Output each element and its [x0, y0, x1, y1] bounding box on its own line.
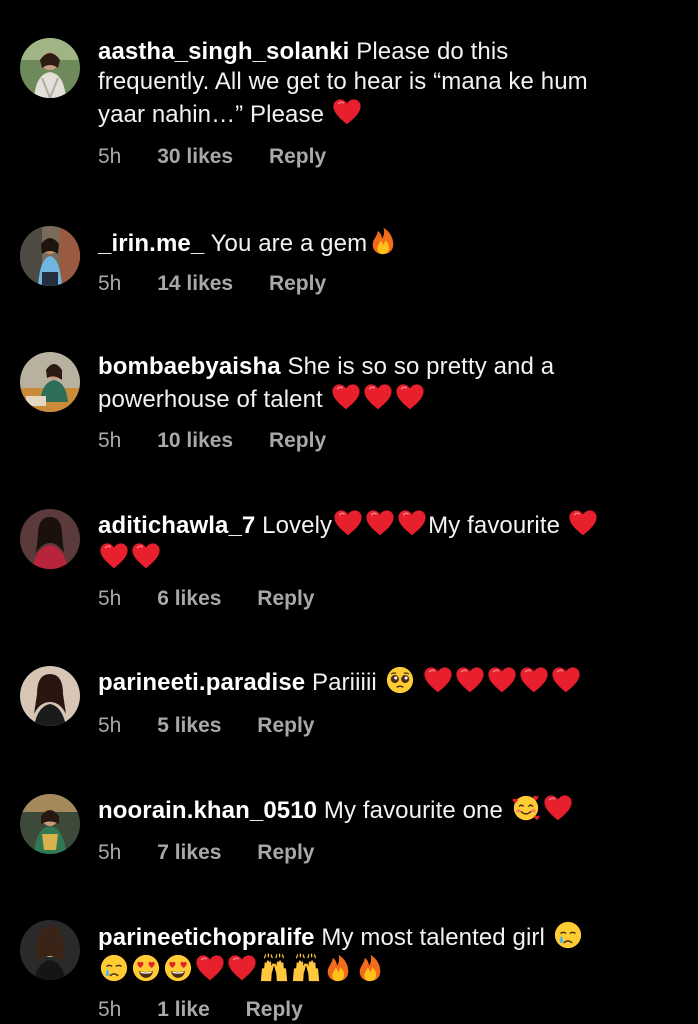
comment-username[interactable]: parineeti.paradise: [98, 669, 305, 696]
comment-time: 5h: [98, 998, 122, 1021]
comment-body: She is so so pretty and a: [287, 353, 555, 380]
comment-likes[interactable]: 30 likes: [157, 144, 233, 170]
reply-button[interactable]: Reply: [269, 271, 326, 297]
red-heart-icon: [227, 953, 257, 983]
red-heart-icon: [455, 665, 485, 695]
comment-text: parineetichopralife My most talented gir…: [98, 920, 678, 986]
comment-time: 5h: [98, 714, 122, 737]
comment-username[interactable]: aditichawla_7: [98, 512, 255, 539]
red-heart-icon: [365, 508, 395, 538]
smiling-face-with-hearts-icon: [511, 793, 541, 823]
heart-eyes-icon: [131, 953, 161, 983]
comment-body: My favourite one: [323, 797, 503, 824]
comment-likes[interactable]: 6 likes: [157, 586, 221, 612]
crying-face-icon: [99, 953, 129, 983]
red-heart-icon: [568, 508, 598, 538]
red-heart-icon: [99, 541, 129, 571]
comment-likes[interactable]: 7 likes: [157, 840, 221, 866]
comment-likes[interactable]: 14 likes: [157, 271, 233, 297]
comment-body: frequently. All we get to hear is “mana …: [98, 68, 588, 95]
comment-body: Pariiiii: [312, 669, 377, 696]
comment-time: 5h: [98, 587, 122, 610]
red-heart-icon: [333, 508, 363, 538]
reply-button[interactable]: Reply: [257, 586, 314, 612]
red-heart-icon: [423, 665, 453, 695]
pleading-face-icon: [385, 665, 415, 695]
comment-body: My favourite: [428, 512, 561, 539]
avatar[interactable]: [20, 352, 80, 412]
comment-likes[interactable]: 5 likes: [157, 713, 221, 739]
comment-body: powerhouse of talent: [98, 386, 323, 413]
comment-username[interactable]: bombaebyaisha: [98, 353, 281, 380]
avatar[interactable]: [20, 509, 80, 569]
comment-meta: 5h 7 likes Reply: [98, 840, 314, 866]
comment-text: bombaebyaisha She is so so pretty and a …: [98, 352, 678, 415]
red-heart-icon: [131, 541, 161, 571]
red-heart-icon: [551, 665, 581, 695]
comment-time: 5h: [98, 841, 122, 864]
avatar[interactable]: [20, 794, 80, 854]
red-heart-icon: [543, 793, 573, 823]
comment-username[interactable]: _irin.me_: [98, 230, 204, 257]
comment-body: yaar nahin…” Please: [98, 101, 325, 128]
avatar[interactable]: [20, 38, 80, 98]
red-heart-icon: [363, 382, 393, 412]
reply-button[interactable]: Reply: [257, 840, 314, 866]
red-heart-icon: [331, 382, 361, 412]
fire-icon: [368, 226, 398, 256]
raised-hands-icon: [291, 953, 321, 983]
raised-hands-icon: [259, 953, 289, 983]
comment-body: Lovely: [262, 512, 333, 539]
red-heart-icon: [332, 97, 362, 127]
comment-text: aditichawla_7 Lovely My favourite: [98, 508, 678, 574]
comment-body: Please do this: [356, 38, 509, 65]
comment-time: 5h: [98, 429, 122, 452]
comment-likes[interactable]: 10 likes: [157, 428, 233, 454]
reply-button[interactable]: Reply: [269, 144, 326, 170]
comment-text: noorain.khan_0510 My favourite one: [98, 793, 678, 826]
red-heart-icon: [487, 665, 517, 695]
red-heart-icon: [395, 382, 425, 412]
avatar[interactable]: [20, 920, 80, 980]
comment-username[interactable]: noorain.khan_0510: [98, 797, 317, 824]
comment-text: parineeti.paradise Pariiiii: [98, 665, 678, 698]
comment-time: 5h: [98, 272, 122, 295]
comment-meta: 5h 30 likes Reply: [98, 144, 326, 170]
crying-face-icon: [553, 920, 583, 950]
avatar[interactable]: [20, 666, 80, 726]
comment-time: 5h: [98, 145, 122, 168]
fire-icon: [355, 953, 385, 983]
comment-meta: 5h 14 likes Reply: [98, 271, 326, 297]
comment-meta: 5h 1 like Reply: [98, 997, 303, 1023]
avatar[interactable]: [20, 226, 80, 286]
comment-username[interactable]: parineetichopralife: [98, 924, 315, 951]
comment-text: _irin.me_ You are a gem: [98, 226, 678, 259]
comment-body: My most talented girl: [321, 924, 545, 951]
fire-icon: [323, 953, 353, 983]
comment-username[interactable]: aastha_singh_solanki: [98, 38, 349, 65]
comment-meta: 5h 6 likes Reply: [98, 586, 314, 612]
reply-button[interactable]: Reply: [269, 428, 326, 454]
red-heart-icon: [195, 953, 225, 983]
comment-meta: 5h 5 likes Reply: [98, 713, 314, 739]
comment-body: You are a gem: [210, 230, 368, 257]
reply-button[interactable]: Reply: [257, 713, 314, 739]
red-heart-icon: [397, 508, 427, 538]
red-heart-icon: [519, 665, 549, 695]
comment-text: aastha_singh_solanki Please do this freq…: [98, 37, 678, 130]
comment-meta: 5h 10 likes Reply: [98, 428, 326, 454]
comment-likes[interactable]: 1 like: [157, 997, 210, 1023]
reply-button[interactable]: Reply: [246, 997, 303, 1023]
heart-eyes-icon: [163, 953, 193, 983]
